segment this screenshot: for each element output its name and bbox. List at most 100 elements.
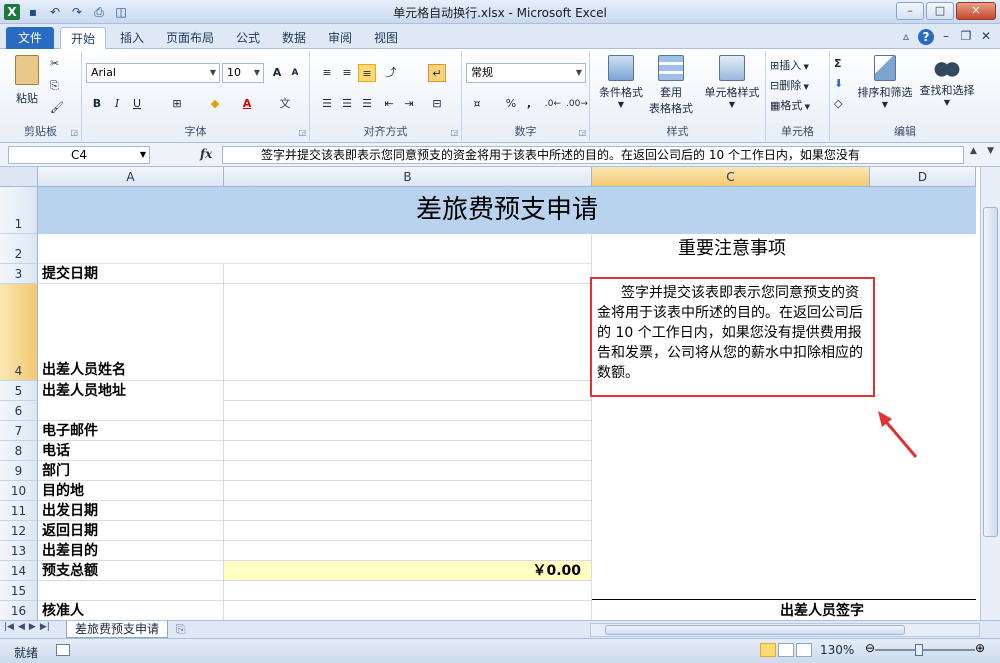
first-sheet-icon[interactable]: |◀ xyxy=(4,622,14,632)
cell-a2[interactable] xyxy=(38,234,224,264)
cell-a3[interactable]: 提交日期 xyxy=(38,264,224,284)
cell-b9[interactable] xyxy=(224,461,592,481)
clear-icon[interactable]: ◇ xyxy=(834,97,842,110)
close-button[interactable]: ✕ xyxy=(956,2,996,20)
cell-b11[interactable] xyxy=(224,501,592,521)
align-middle-icon[interactable]: ≡ xyxy=(338,64,356,82)
increase-decimal-icon[interactable]: .0← xyxy=(544,95,562,113)
italic-button[interactable]: I xyxy=(108,95,126,113)
notice-title[interactable]: 重要注意事项 xyxy=(592,234,872,264)
underline-button[interactable]: U xyxy=(128,95,146,113)
fill-color-icon[interactable]: ◆ xyxy=(206,95,224,113)
cell-b2[interactable] xyxy=(224,234,592,264)
align-top-icon[interactable]: ≡ xyxy=(318,64,336,82)
decrease-decimal-icon[interactable]: .00→ xyxy=(566,95,588,113)
row-header-4[interactable]: 4 xyxy=(0,284,38,381)
vertical-scrollbar[interactable] xyxy=(980,167,1000,620)
last-sheet-icon[interactable]: ▶| xyxy=(40,622,50,632)
tab-view[interactable]: 视图 xyxy=(364,27,408,49)
insert-cells-button[interactable]: ⊞插入 ▼ xyxy=(770,57,809,73)
decrease-font-icon[interactable]: A xyxy=(286,64,304,82)
alignment-launcher-icon[interactable]: ◲ xyxy=(450,128,458,137)
bold-button[interactable]: B xyxy=(88,95,106,113)
doc-restore-icon[interactable]: ❐ xyxy=(958,29,974,45)
phonetic-icon[interactable]: 文 xyxy=(276,95,294,113)
row-header-2[interactable]: 2 xyxy=(0,234,38,264)
copy-icon[interactable]: ⎘ xyxy=(50,79,59,93)
zoom-in-icon[interactable]: ⊕ xyxy=(975,641,985,655)
minimize-button[interactable]: – xyxy=(896,2,924,20)
sheet-tab-travel-advance[interactable]: 差旅费预支申请 xyxy=(66,621,169,638)
cell-b8[interactable] xyxy=(224,441,592,461)
sort-filter-button[interactable]: 排序和筛选 ▼ xyxy=(856,55,914,109)
row-header-10[interactable]: 10 xyxy=(0,481,38,501)
format-cells-button[interactable]: ▦格式 ▼ xyxy=(770,97,810,113)
vertical-scroll-thumb[interactable] xyxy=(983,207,998,537)
select-all-corner[interactable] xyxy=(0,167,38,187)
column-header-b[interactable]: B xyxy=(224,167,592,187)
merge-center-icon[interactable]: ⊟ xyxy=(428,95,446,113)
tab-file[interactable]: 文件 xyxy=(6,27,55,49)
horizontal-scroll-thumb[interactable] xyxy=(605,625,905,635)
horizontal-scrollbar[interactable] xyxy=(590,623,980,637)
help-icon[interactable]: ? xyxy=(918,29,934,45)
cell-a12[interactable]: 返回日期 xyxy=(38,521,224,541)
cell-b4[interactable] xyxy=(224,284,592,381)
row-header-7[interactable]: 7 xyxy=(0,421,38,441)
row-header-16[interactable]: 16 xyxy=(0,601,38,620)
zoom-out-icon[interactable]: ⊖ xyxy=(865,641,875,655)
next-sheet-icon[interactable]: ▶ xyxy=(29,622,36,632)
cell-b5[interactable] xyxy=(224,381,592,401)
paste-button[interactable]: 粘贴 xyxy=(10,55,44,106)
row-header-8[interactable]: 8 xyxy=(0,441,38,461)
cell-a5[interactable]: 出差人员地址 xyxy=(38,381,224,421)
cell-a7[interactable]: 电子邮件 xyxy=(38,421,224,441)
doc-close-icon[interactable]: ✕ xyxy=(978,29,994,45)
align-left-icon[interactable]: ☰ xyxy=(318,95,336,113)
sheet-banner-title[interactable]: 差旅费预支申请 xyxy=(38,187,976,234)
cell-b7[interactable] xyxy=(224,421,592,441)
tab-page-layout[interactable]: 页面布局 xyxy=(156,27,224,49)
align-bottom-icon[interactable]: ≡ xyxy=(358,64,376,82)
doc-minimize-icon[interactable]: – xyxy=(938,29,954,45)
prev-sheet-icon[interactable]: ◀ xyxy=(18,622,25,632)
comma-button[interactable]: , xyxy=(520,95,538,113)
signature-label[interactable]: 出差人员签字 xyxy=(780,600,864,620)
maximize-button[interactable]: □ xyxy=(926,2,954,20)
insert-function-button[interactable]: fx xyxy=(200,147,212,161)
format-painter-icon[interactable]: 🖌 xyxy=(50,101,64,114)
formula-input[interactable]: 签字并提交该表即表示您同意预支的资金将用于该表中所述的目的。在返回公司后的 10… xyxy=(222,146,964,164)
row-header-12[interactable]: 12 xyxy=(0,521,38,541)
cell-a8[interactable]: 电话 xyxy=(38,441,224,461)
page-break-view-icon[interactable] xyxy=(796,643,812,657)
row-header-15[interactable]: 15 xyxy=(0,581,38,601)
wrap-text-icon[interactable]: ↵ xyxy=(428,64,446,82)
tab-review[interactable]: 审阅 xyxy=(318,27,362,49)
find-select-button[interactable]: 查找和选择 ▼ xyxy=(916,55,978,107)
tab-data[interactable]: 数据 xyxy=(272,27,316,49)
row-header-11[interactable]: 11 xyxy=(0,501,38,521)
align-right-icon[interactable]: ☰ xyxy=(358,95,376,113)
normal-view-icon[interactable] xyxy=(760,643,776,657)
cut-icon[interactable]: ✂ xyxy=(50,57,59,70)
cell-b16[interactable] xyxy=(224,601,592,620)
conditional-format-button[interactable]: 条件格式 ▼ xyxy=(592,55,650,109)
cell-b14-amount[interactable]: ￥0.00 xyxy=(224,561,592,581)
zoom-level[interactable]: 130% xyxy=(820,643,854,657)
orientation-icon[interactable]: ⤴ xyxy=(382,64,400,82)
row-header-1[interactable]: 1 xyxy=(0,187,38,234)
cell-a14[interactable]: 预支总额 xyxy=(38,561,224,581)
macro-record-icon[interactable] xyxy=(56,644,70,656)
row-header-5[interactable]: 5 xyxy=(0,381,38,401)
cell-a15[interactable] xyxy=(38,581,224,601)
cell-b12[interactable] xyxy=(224,521,592,541)
row-header-13[interactable]: 13 xyxy=(0,541,38,561)
increase-font-icon[interactable]: A xyxy=(268,64,286,82)
font-color-icon[interactable]: A xyxy=(238,95,256,113)
decrease-indent-icon[interactable]: ⇤ xyxy=(380,95,398,113)
cell-a11[interactable]: 出发日期 xyxy=(38,501,224,521)
cell-b15[interactable] xyxy=(224,581,592,601)
column-header-d[interactable]: D xyxy=(870,167,976,187)
currency-icon[interactable]: ¤ xyxy=(468,95,486,113)
zoom-slider-knob[interactable] xyxy=(915,644,923,656)
